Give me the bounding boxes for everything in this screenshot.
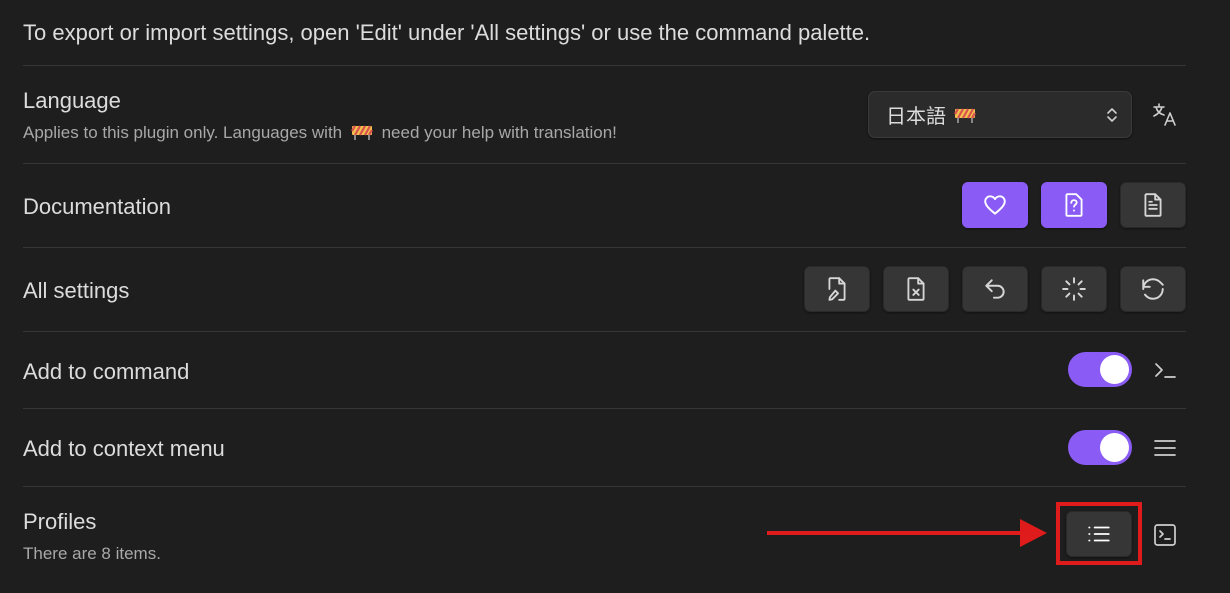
profiles-description: There are 8 items.	[23, 544, 161, 563]
add-to-command-toggle[interactable]	[1068, 352, 1132, 387]
add-to-context-menu-title: Add to context menu	[23, 436, 225, 461]
add-to-context-menu-toggle[interactable]	[1068, 430, 1132, 465]
divider	[23, 408, 1186, 409]
construction-barrier-icon	[350, 125, 373, 140]
divider	[23, 486, 1186, 487]
all-settings-title: All settings	[23, 278, 130, 303]
divider	[23, 65, 1186, 66]
profiles-list-button[interactable]	[1066, 511, 1132, 557]
edit-file-icon	[828, 277, 846, 301]
menu-icon[interactable]	[1150, 433, 1180, 463]
add-to-command-title: Add to command	[23, 359, 190, 384]
list-icon	[1088, 526, 1110, 542]
language-selected-value: 日本語	[886, 104, 946, 128]
loader-icon	[1062, 277, 1086, 301]
documentation-title: Documentation	[23, 194, 171, 219]
language-select[interactable]: 日本語	[868, 91, 1132, 138]
divider	[23, 163, 1186, 164]
translate-icon[interactable]	[1150, 99, 1180, 129]
undo-button[interactable]	[962, 266, 1028, 312]
annotation-arrow-head	[1020, 519, 1047, 547]
rotate-ccw-icon	[1142, 278, 1164, 300]
heart-button[interactable]	[962, 182, 1028, 228]
help-file-icon	[1065, 193, 1083, 217]
profiles-title: Profiles	[23, 509, 97, 534]
settings-intro: To export or import settings, open 'Edit…	[23, 20, 871, 45]
edit-settings-button[interactable]	[804, 266, 870, 312]
divider	[23, 247, 1186, 248]
terminal-icon[interactable]	[1150, 355, 1180, 385]
undo-icon	[985, 279, 1005, 299]
document-button[interactable]	[1120, 182, 1186, 228]
chevron-up-down-icon	[1107, 108, 1117, 122]
delete-file-icon	[907, 277, 925, 301]
toggle-knob	[1100, 433, 1129, 462]
reset-button[interactable]	[1120, 266, 1186, 312]
reload-button[interactable]	[1041, 266, 1107, 312]
construction-barrier-icon	[954, 107, 976, 123]
heart-icon	[984, 195, 1006, 215]
terminal-square-icon[interactable]	[1150, 520, 1180, 550]
help-button[interactable]	[1041, 182, 1107, 228]
toggle-knob	[1100, 355, 1129, 384]
language-description: Applies to this plugin only. Languages w…	[23, 123, 617, 142]
divider	[23, 331, 1186, 332]
document-icon	[1144, 193, 1162, 217]
annotation-arrow	[767, 531, 1027, 535]
language-title: Language	[23, 88, 121, 113]
delete-settings-button[interactable]	[883, 266, 949, 312]
